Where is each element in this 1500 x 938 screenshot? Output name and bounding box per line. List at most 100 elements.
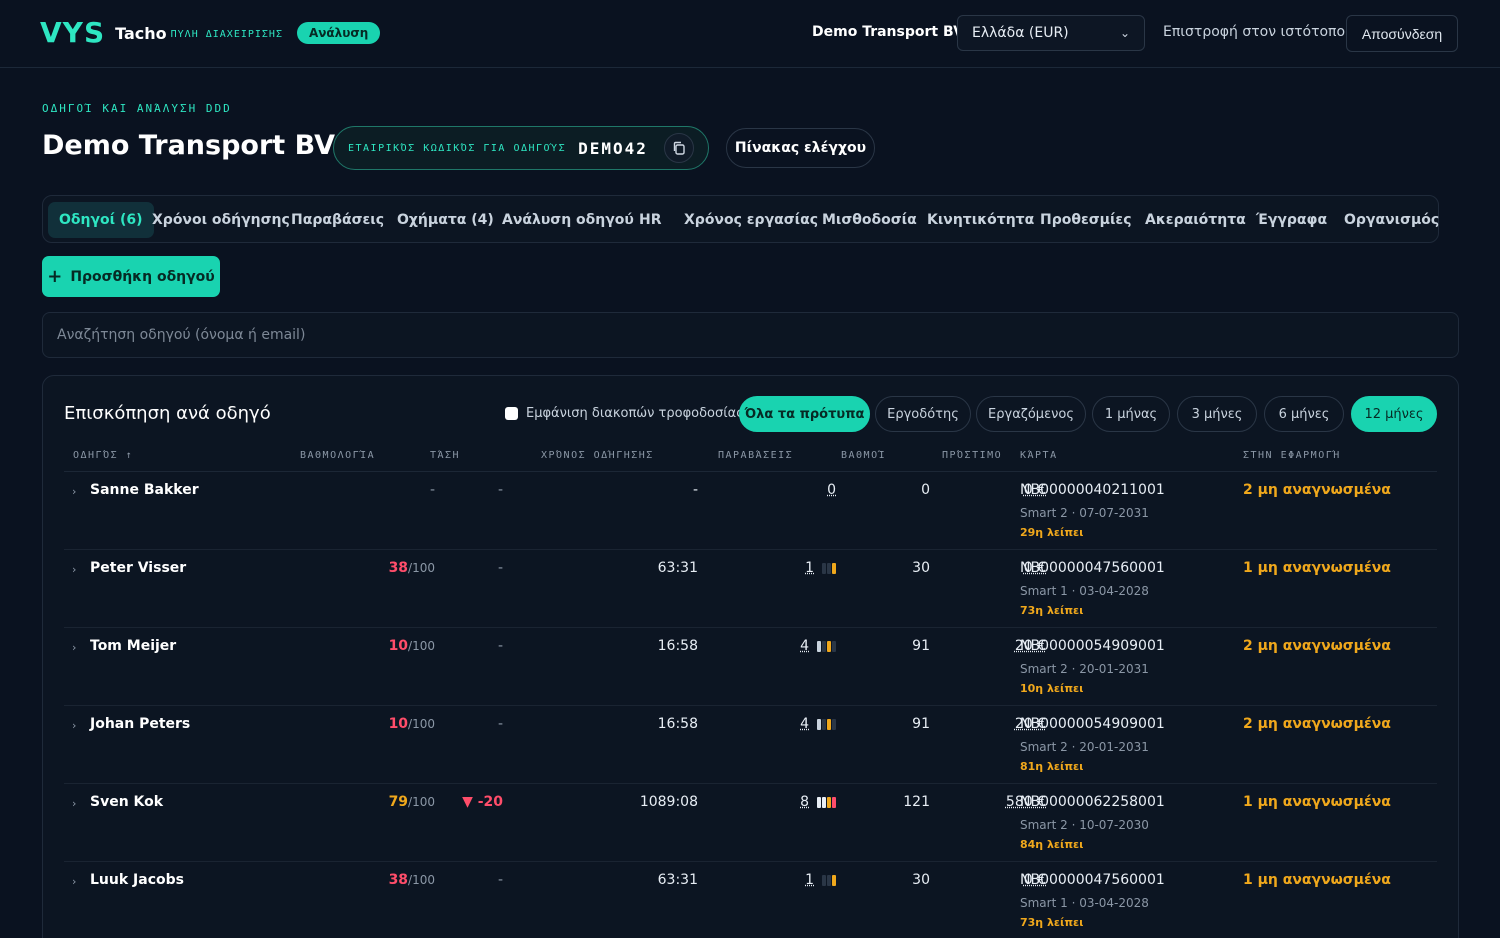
points: 91 (912, 716, 930, 732)
score-max: /100 (408, 717, 435, 731)
driver-name[interactable]: Peter Visser (90, 560, 186, 576)
card-days-missing: 81η λείπει (1020, 760, 1084, 773)
violation-count[interactable]: 0 (827, 482, 836, 498)
tab-hr[interactable]: HR (639, 202, 662, 238)
tab-mobility[interactable]: Κινητικότητα (927, 202, 1034, 238)
filter-all-templates[interactable]: Όλα τα πρότυπα (739, 396, 870, 432)
unread-messages[interactable]: 2 μη αναγνωσμένα (1243, 482, 1391, 498)
unread-messages[interactable]: 2 μη αναγνωσμένα (1243, 638, 1391, 654)
table-row[interactable]: › Peter Visser 38/100-63:31 1 30 0 € NB0000004… (64, 550, 1437, 628)
col-fine[interactable]: ΠΡΌΣΤΙΜΟ (942, 450, 1002, 461)
filter-6-months[interactable]: 6 μήνες (1264, 396, 1344, 432)
add-driver-button[interactable]: + Προσθήκη οδηγού (42, 256, 220, 297)
driving-time: 16:58 (657, 716, 698, 732)
score-max: /100 (408, 561, 435, 575)
col-violations[interactable]: ΠΑΡΑΒΆΣΕΙΣ (718, 450, 793, 461)
violation-count[interactable]: 8 (800, 794, 809, 810)
logout-button[interactable]: Αποσύνδεση (1346, 15, 1458, 52)
score: - (430, 482, 435, 498)
filter-12-months[interactable]: 12 μήνες (1351, 396, 1437, 432)
violation-count[interactable]: 4 (800, 716, 809, 732)
checkbox[interactable] (505, 407, 518, 420)
chevron-right-icon[interactable]: › (72, 719, 76, 732)
tab-working-time[interactable]: Χρόνος εργασίας (684, 202, 818, 238)
company-name: Demo Transport BV (812, 24, 964, 40)
score-value: 10 (388, 716, 409, 732)
col-driving-time[interactable]: ΧΡΌΝΟΣ ΟΔΉΓΗΣΗΣ (541, 450, 654, 461)
violations[interactable]: 4 (800, 716, 836, 732)
power-interruptions-toggle[interactable]: Εμφάνιση διακοπών τροφοδοσίας (505, 406, 744, 421)
violation-count[interactable]: 1 (805, 872, 814, 888)
dashboard-button[interactable]: Πίνακας ελέγχου (726, 128, 875, 168)
chevron-right-icon[interactable]: › (72, 563, 76, 576)
filter-1-month[interactable]: 1 μήνας (1092, 396, 1170, 432)
unread-messages[interactable]: 1 μη αναγνωσμένα (1243, 872, 1391, 888)
table-row[interactable]: › Sven Kok 79/100 ▼ -20 1089:08 8 121 580 € NB00… (64, 784, 1437, 862)
col-trend[interactable]: ΤΆΣΗ (430, 450, 460, 461)
points: 121 (903, 794, 930, 810)
driving-time: 63:31 (657, 872, 698, 888)
driver-name[interactable]: Luuk Jacobs (90, 872, 184, 888)
table-row[interactable]: › Johan Peters 10/100-16:58 4 91 20 € NB000000… (64, 706, 1437, 784)
trend: - (497, 716, 503, 732)
violation-count[interactable]: 1 (805, 560, 814, 576)
back-to-site-link[interactable]: Επιστροφή στον ιστότοπο (1163, 24, 1345, 40)
filter-employee[interactable]: Εργαζόμενος (976, 396, 1086, 432)
tab-driver-analysis[interactable]: Ανάλυση οδηγού (502, 202, 634, 238)
table-row[interactable]: › Tom Meijer 10/100-16:58 4 91 20 € NB00000054… (64, 628, 1437, 706)
filter-employer[interactable]: Εργοδότης (875, 396, 971, 432)
region-value: Ελλάδα (EUR) (972, 25, 1069, 41)
col-driver[interactable]: ΟΔΗΓΌΣ ↑ (73, 450, 133, 461)
score-value: 38 (388, 872, 409, 888)
filter-3-months[interactable]: 3 μήνες (1177, 396, 1257, 432)
chevron-right-icon[interactable]: › (72, 641, 76, 654)
card-meta: Smart 1 · 03-04-2028 (1020, 584, 1149, 598)
driver-name[interactable]: Sanne Bakker (90, 482, 199, 498)
violations[interactable]: 1 (805, 872, 836, 888)
tab-documents[interactable]: Έγγραφα (1256, 202, 1327, 238)
driver-name[interactable]: Tom Meijer (90, 638, 176, 654)
table-row[interactable]: › Sanne Bakker - - -0 0 0 € NB00000040211001 Sma… (64, 472, 1437, 550)
violation-count[interactable]: 4 (800, 638, 809, 654)
col-score[interactable]: ΒΑΘΜΟΛΟΓΊΑ (300, 450, 375, 461)
col-card[interactable]: ΚΆΡΤΑ (1020, 450, 1058, 461)
col-points[interactable]: ΒΑΘΜΟΊ (841, 450, 886, 461)
unread-messages[interactable]: 1 μη αναγνωσμένα (1243, 794, 1391, 810)
score-max: /100 (408, 795, 435, 809)
tab-integrity[interactable]: Ακεραιότητα (1145, 202, 1246, 238)
region-select[interactable]: Ελλάδα (EUR) ⌄ (957, 15, 1145, 51)
score-value: 10 (388, 638, 409, 654)
trend: ▼ -20 (462, 794, 503, 810)
violations[interactable]: 1 (805, 560, 836, 576)
chevron-right-icon[interactable]: › (72, 875, 76, 888)
unread-messages[interactable]: 2 μη αναγνωσμένα (1243, 716, 1391, 732)
tab-payroll[interactable]: Μισθοδοσία (822, 202, 917, 238)
main-tabs: Οδηγοί (6) Χρόνοι οδήγησης Παραβάσεις Οχ… (42, 195, 1439, 243)
driver-name[interactable]: Johan Peters (90, 716, 190, 732)
score-max: /100 (408, 873, 435, 887)
col-in-app[interactable]: ΣΤΗΝ ΕΦΑΡΜΟΓΉ (1243, 450, 1341, 461)
brand-logo[interactable]: VYS Tacho ΠΥΛΗ ΔΙΑΧΕΙΡΙΣΗΣ Ανάλυση (40, 18, 381, 48)
card-days-missing: 29η λείπει (1020, 526, 1084, 539)
chevron-right-icon[interactable]: › (72, 797, 76, 810)
points: 30 (912, 560, 930, 576)
violations[interactable]: 4 (800, 638, 836, 654)
tab-deadlines[interactable]: Προθεσμίες (1040, 202, 1132, 238)
table-row[interactable]: › Luuk Jacobs 38/100-63:31 1 30 0 € NB00000047… (64, 862, 1437, 938)
driver-name[interactable]: Sven Kok (90, 794, 163, 810)
tab-driving-times[interactable]: Χρόνοι οδήγησης (152, 202, 290, 238)
card-number: NB00000054909001 (1020, 716, 1165, 732)
copy-icon[interactable] (664, 133, 694, 163)
unread-messages[interactable]: 1 μη αναγνωσμένα (1243, 560, 1391, 576)
tab-drivers[interactable]: Οδηγοί (6) (48, 202, 154, 238)
card-meta: Smart 2 · 20-01-2031 (1020, 740, 1149, 754)
tab-organization[interactable]: Οργανισμός (1344, 202, 1439, 238)
tab-violations[interactable]: Παραβάσεις (291, 202, 384, 238)
chevron-right-icon[interactable]: › (72, 485, 76, 498)
violations[interactable]: 8 (800, 794, 836, 810)
driver-search-input[interactable] (42, 312, 1459, 358)
violations[interactable]: 0 (827, 482, 836, 498)
score: 10/100 (389, 716, 435, 732)
score: 38/100 (389, 872, 435, 888)
tab-vehicles[interactable]: Οχήματα (4) (397, 202, 494, 238)
